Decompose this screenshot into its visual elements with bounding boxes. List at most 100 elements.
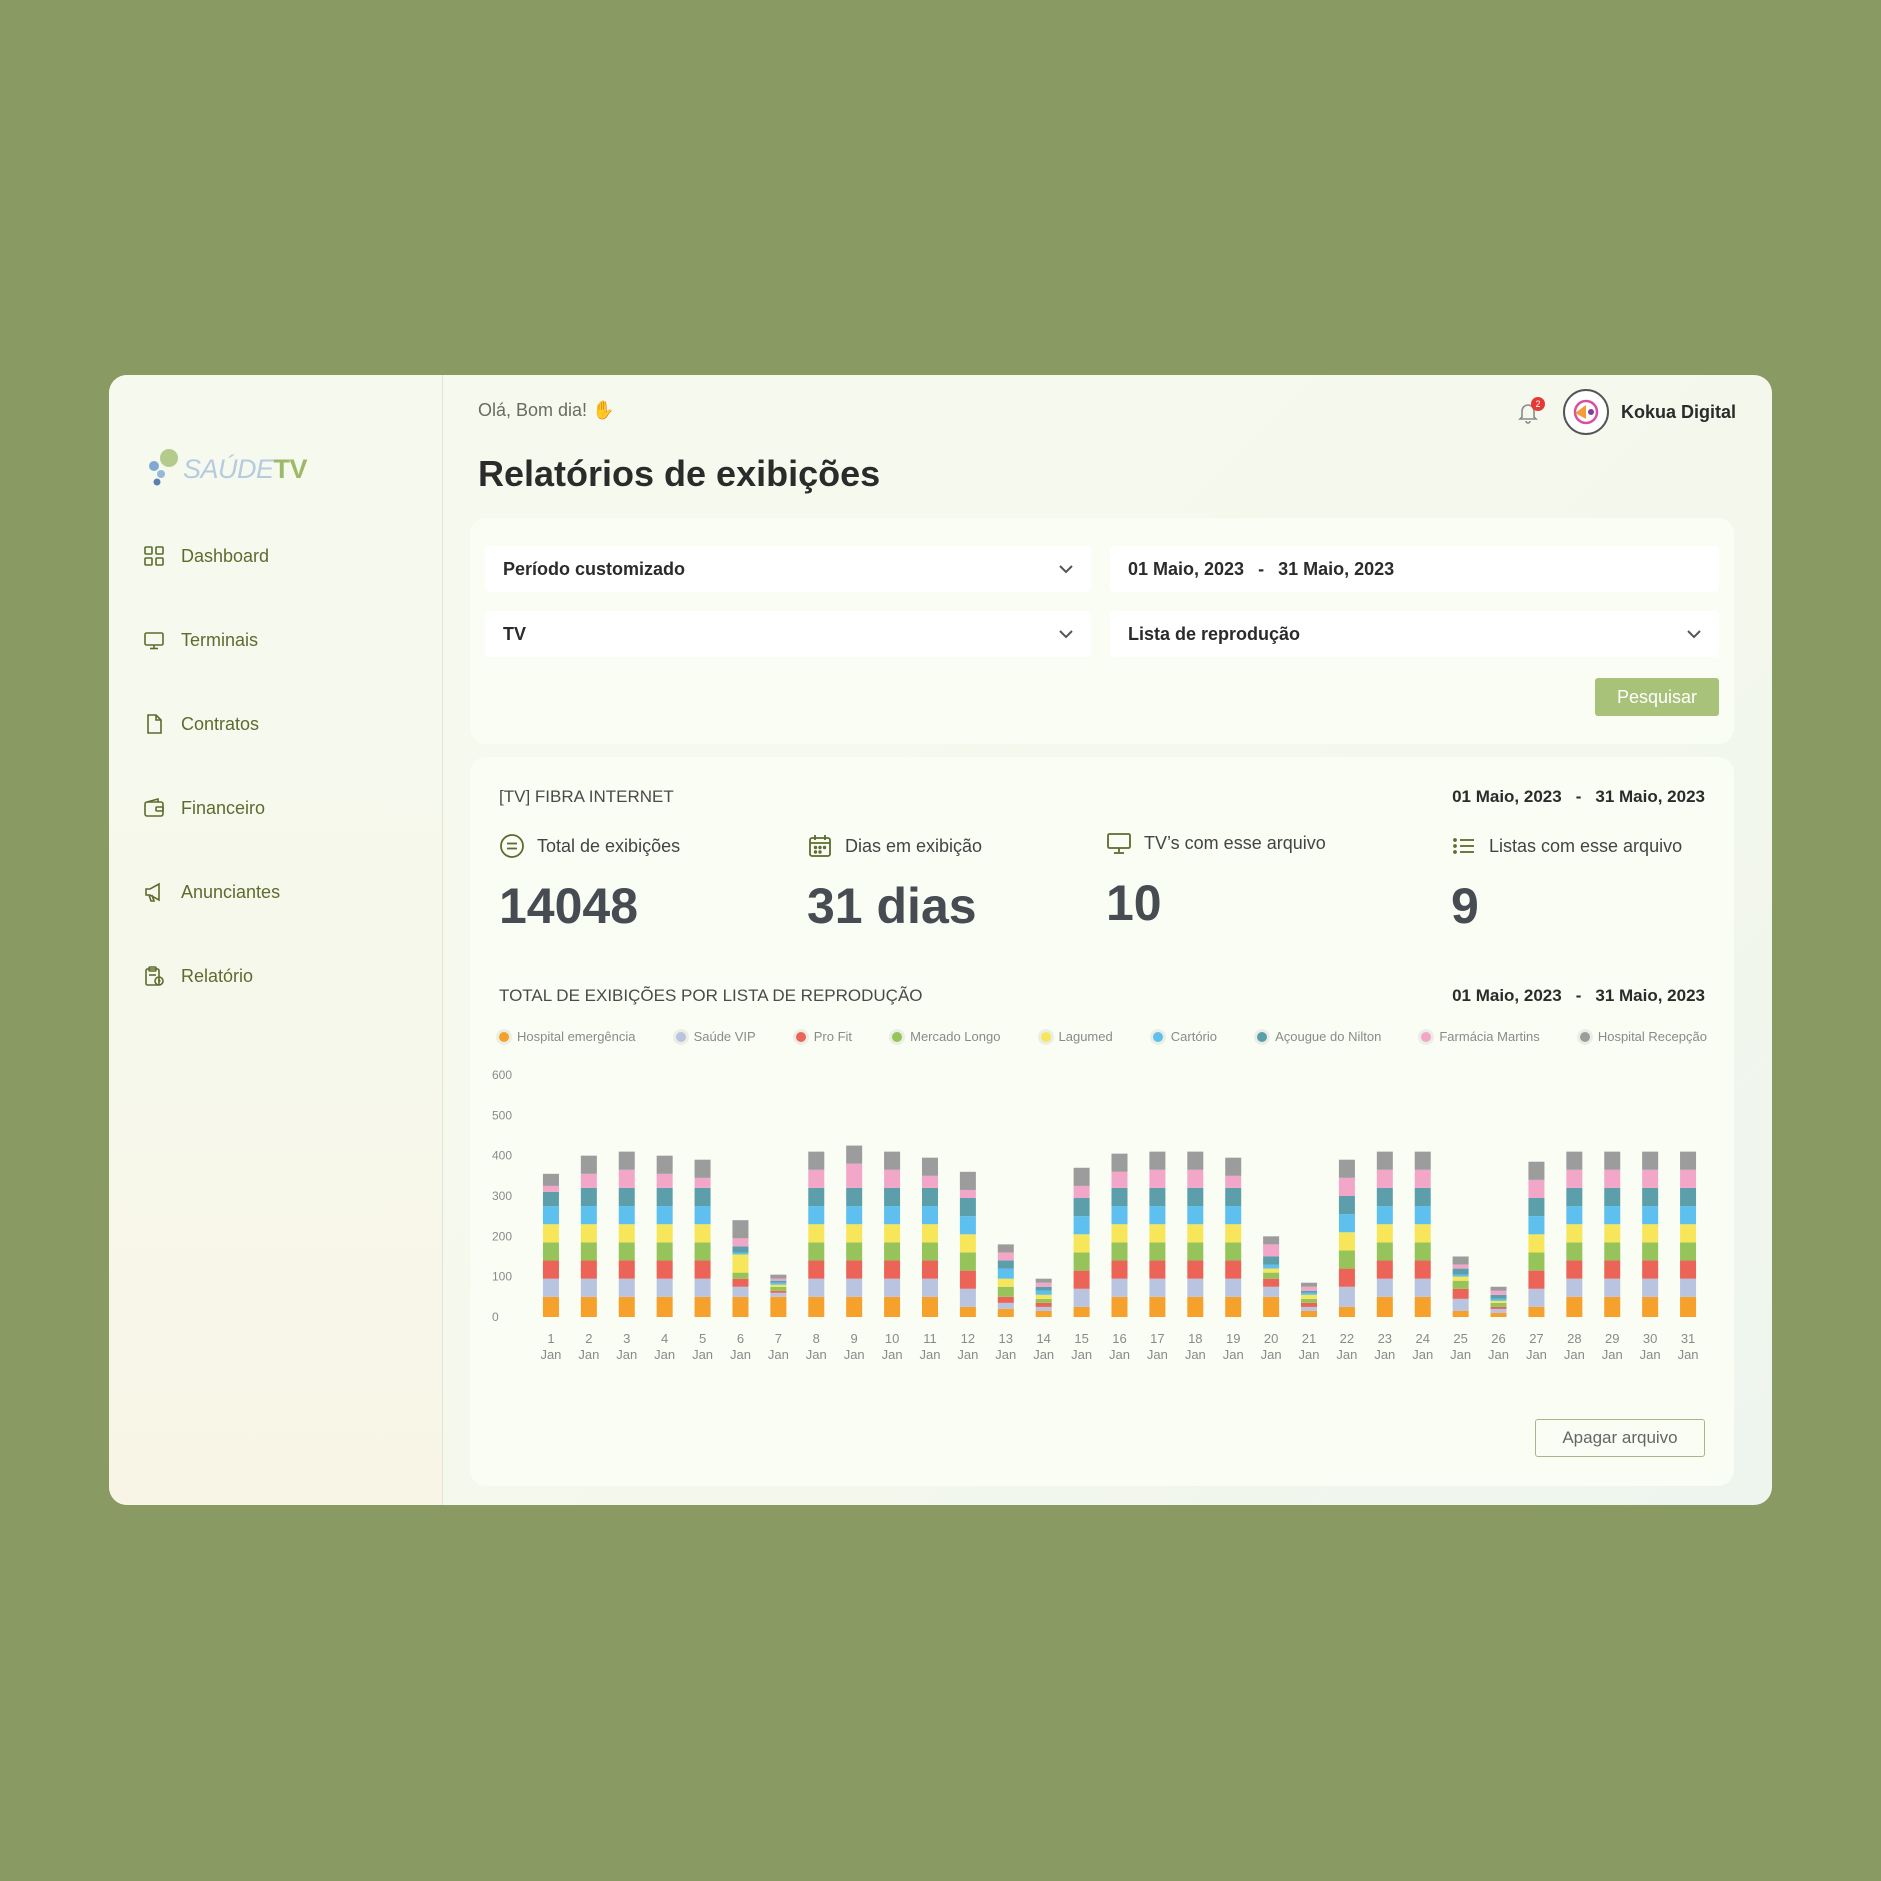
bar-segment[interactable] — [1225, 1157, 1242, 1176]
bar-segment[interactable] — [1263, 1286, 1280, 1297]
bar-segment[interactable] — [1566, 1151, 1583, 1170]
bar-segment[interactable] — [1225, 1260, 1242, 1279]
bar-segment[interactable] — [1452, 1256, 1469, 1265]
bar-segment[interactable] — [1338, 1196, 1355, 1215]
period-select[interactable]: Período customizado — [485, 546, 1091, 592]
bar-segment[interactable] — [1301, 1310, 1318, 1317]
bar-segment[interactable] — [808, 1224, 825, 1243]
bar-segment[interactable] — [656, 1155, 673, 1174]
bar-segment[interactable] — [1301, 1282, 1318, 1287]
bar-segment[interactable] — [1149, 1187, 1166, 1207]
bar-segment[interactable] — [732, 1220, 749, 1239]
bar-segment[interactable] — [770, 1292, 787, 1297]
bar-segment[interactable] — [1111, 1171, 1128, 1188]
bar-segment[interactable] — [1414, 1260, 1431, 1279]
avatar[interactable] — [1562, 389, 1609, 435]
bar-segment[interactable] — [694, 1242, 711, 1261]
bar-segment[interactable] — [846, 1145, 863, 1164]
bar-segment[interactable] — [1187, 1242, 1204, 1261]
bar-segment[interactable] — [959, 1216, 976, 1235]
bar-segment[interactable] — [732, 1252, 749, 1255]
bar-segment[interactable] — [1338, 1214, 1355, 1233]
bar-segment[interactable] — [1376, 1224, 1393, 1243]
bar-segment[interactable] — [1187, 1187, 1204, 1207]
bar-segment[interactable] — [1149, 1260, 1166, 1279]
sidebar-item-terminais[interactable]: Terminais — [143, 629, 258, 651]
bar-segment[interactable] — [1490, 1312, 1507, 1317]
bar-segment[interactable] — [1225, 1296, 1242, 1317]
bar-segment[interactable] — [618, 1260, 635, 1279]
bar-segment[interactable] — [1187, 1296, 1204, 1317]
bar-segment[interactable] — [694, 1224, 711, 1243]
bar-segment[interactable] — [694, 1159, 711, 1178]
bar-segment[interactable] — [580, 1242, 597, 1261]
bar-segment[interactable] — [656, 1173, 673, 1188]
bar-segment[interactable] — [959, 1171, 976, 1190]
bar-segment[interactable] — [1338, 1159, 1355, 1178]
bar-segment[interactable] — [1642, 1242, 1659, 1261]
bar-segment[interactable] — [1263, 1244, 1280, 1257]
bar-segment[interactable] — [959, 1198, 976, 1217]
bar-segment[interactable] — [1338, 1306, 1355, 1317]
bar-segment[interactable] — [884, 1296, 901, 1317]
legend-item[interactable]: Açougue do Nilton — [1257, 1029, 1381, 1044]
bar-segment[interactable] — [656, 1224, 673, 1243]
search-button[interactable]: Pesquisar — [1595, 678, 1719, 716]
bar-segment[interactable] — [1604, 1187, 1621, 1207]
bar-segment[interactable] — [542, 1224, 559, 1243]
bar-segment[interactable] — [1376, 1169, 1393, 1188]
bar-segment[interactable] — [1490, 1298, 1507, 1301]
bar-segment[interactable] — [1073, 1288, 1090, 1307]
bar-segment[interactable] — [542, 1242, 559, 1261]
bar-segment[interactable] — [884, 1224, 901, 1243]
bar-segment[interactable] — [808, 1151, 825, 1170]
bar-segment[interactable] — [656, 1206, 673, 1225]
bar-segment[interactable] — [1414, 1169, 1431, 1188]
bar-segment[interactable] — [846, 1187, 863, 1207]
bar-segment[interactable] — [770, 1278, 787, 1281]
bar-segment[interactable] — [656, 1187, 673, 1207]
legend-item[interactable]: Hospital Recepção — [1579, 1029, 1707, 1044]
bar-segment[interactable] — [1490, 1302, 1507, 1307]
bar-segment[interactable] — [1073, 1216, 1090, 1235]
bar-segment[interactable] — [1338, 1286, 1355, 1307]
bar-segment[interactable] — [997, 1296, 1014, 1303]
bar-segment[interactable] — [1414, 1296, 1431, 1317]
bar-segment[interactable] — [694, 1206, 711, 1225]
bar-segment[interactable] — [1338, 1268, 1355, 1287]
bar-segment[interactable] — [1263, 1296, 1280, 1317]
bar-segment[interactable] — [656, 1242, 673, 1261]
bar-segment[interactable] — [770, 1284, 787, 1287]
bar-segment[interactable] — [959, 1306, 976, 1317]
bar-segment[interactable] — [846, 1206, 863, 1225]
bar-segment[interactable] — [959, 1252, 976, 1271]
bar-segment[interactable] — [1566, 1224, 1583, 1243]
bar-segment[interactable] — [1263, 1268, 1280, 1273]
bar-segment[interactable] — [542, 1206, 559, 1225]
bar-segment[interactable] — [1263, 1272, 1280, 1279]
bar-segment[interactable] — [1035, 1310, 1052, 1317]
bar-segment[interactable] — [618, 1296, 635, 1317]
bar-segment[interactable] — [656, 1260, 673, 1279]
bar-segment[interactable] — [580, 1224, 597, 1243]
bar-segment[interactable] — [1263, 1264, 1280, 1269]
bar-segment[interactable] — [1680, 1278, 1697, 1297]
bar-segment[interactable] — [1111, 1206, 1128, 1225]
bar-segment[interactable] — [770, 1290, 787, 1293]
bar-segment[interactable] — [1111, 1153, 1128, 1172]
bar-segment[interactable] — [997, 1278, 1014, 1287]
legend-item[interactable]: Mercado Longo — [892, 1029, 1000, 1044]
bar-segment[interactable] — [921, 1206, 938, 1225]
bar-segment[interactable] — [846, 1296, 863, 1317]
bar-segment[interactable] — [997, 1268, 1014, 1279]
legend-item[interactable]: Saúde VIP — [675, 1029, 756, 1044]
bar-segment[interactable] — [1528, 1306, 1545, 1317]
bar-segment[interactable] — [542, 1191, 559, 1207]
bar-segment[interactable] — [770, 1274, 787, 1279]
bar-segment[interactable] — [656, 1296, 673, 1317]
bar-segment[interactable] — [732, 1238, 749, 1247]
bar-segment[interactable] — [1376, 1278, 1393, 1297]
bar-segment[interactable] — [997, 1286, 1014, 1297]
bar-segment[interactable] — [1301, 1286, 1318, 1291]
notification-bell[interactable]: 2 — [1515, 397, 1545, 425]
